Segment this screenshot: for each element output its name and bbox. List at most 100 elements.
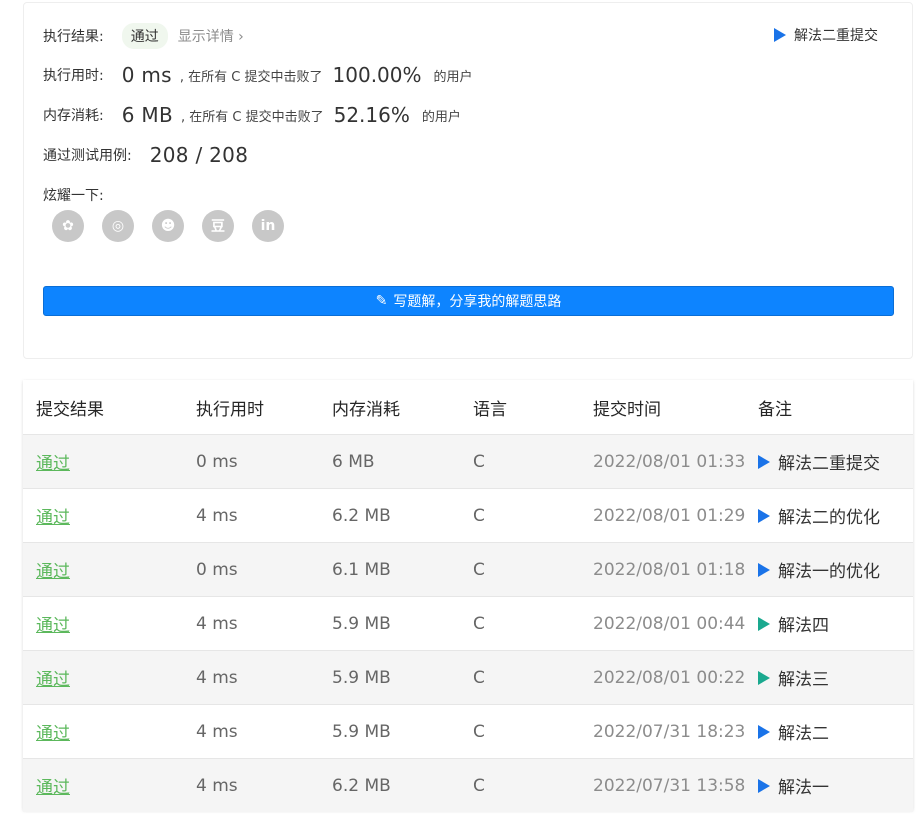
flag-icon <box>758 508 770 523</box>
flag-icon <box>758 724 770 739</box>
row-submitted-time: 2022/08/01 01:33 <box>593 451 746 472</box>
header-language: 语言 <box>473 399 507 420</box>
flag-icon <box>758 670 770 685</box>
row-runtime: 0 ms <box>196 451 238 472</box>
row-note[interactable]: 解法二的优化 <box>758 503 880 528</box>
row-runtime: 0 ms <box>196 559 238 580</box>
row-note-label: 解法二 <box>778 724 829 744</box>
memory-label: 内存消耗: <box>43 108 104 124</box>
row-note-label: 解法二重提交 <box>778 454 880 474</box>
header-status: 提交结果 <box>36 399 104 420</box>
row-submitted-time: 2022/08/01 01:29 <box>593 505 746 526</box>
row-note-label: 解法一的优化 <box>778 562 880 582</box>
tests-label: 通过测试用例: <box>43 148 132 164</box>
row-note[interactable]: 解法四 <box>758 611 829 636</box>
write-solution-label: 写题解，分享我的解题思路 <box>393 294 562 310</box>
runtime-label: 执行用时: <box>43 68 104 84</box>
wechat-icon[interactable]: ✿ <box>52 210 84 242</box>
row-submitted-time: 2022/08/01 00:22 <box>593 667 746 688</box>
row-memory: 5.9 MB <box>332 721 391 742</box>
row-status-link[interactable]: 通过 <box>36 611 70 636</box>
qq-icon[interactable]: ☻ <box>152 210 184 242</box>
row-status-link[interactable]: 通过 <box>36 719 70 744</box>
table-row[interactable]: 通过 0 ms 6 MB C 2022/08/01 01:33 解法二重提交 <box>23 434 913 488</box>
submission-summary-card: 执行结果: 通过 显示详情 › 解法二重提交 执行用时: 0 ms , 在所有 … <box>23 2 913 359</box>
flag-icon <box>758 562 770 577</box>
row-submitted-time: 2022/08/01 00:44 <box>593 613 746 634</box>
row-language: C <box>473 667 485 688</box>
row-language: C <box>473 775 485 796</box>
flag-icon <box>758 778 770 793</box>
row-runtime: 4 ms <box>196 505 238 526</box>
show-detail-link[interactable]: 显示详情 › <box>178 26 244 46</box>
memory-value: 6 MB <box>121 103 173 127</box>
row-note-label: 解法二的优化 <box>778 508 880 528</box>
row-language: C <box>473 721 485 742</box>
linkedin-icon[interactable]: in <box>252 210 284 242</box>
write-solution-button[interactable]: ✎ 写题解，分享我的解题思路 <box>43 286 894 316</box>
row-submitted-time: 2022/08/01 01:18 <box>593 559 746 580</box>
header-note: 备注 <box>758 399 792 420</box>
runtime-row: 执行用时: 0 ms , 在所有 C 提交中击败了 100.00% 的用户 <box>43 63 473 87</box>
row-memory: 6 MB <box>332 451 375 472</box>
row-memory: 6.1 MB <box>332 559 391 580</box>
header-runtime: 执行用时 <box>196 399 264 420</box>
header-submitted: 提交时间 <box>593 399 661 420</box>
table-row[interactable]: 通过 4 ms 6.2 MB C 2022/08/01 01:29 解法二的优化 <box>23 488 913 542</box>
runtime-value: 0 ms <box>121 63 172 87</box>
memory-beat-text: , 在所有 C 提交中击败了 <box>180 109 324 125</box>
row-status-link[interactable]: 通过 <box>36 773 70 798</box>
current-submission-note[interactable]: 解法二重提交 <box>774 25 878 45</box>
row-note[interactable]: 解法一的优化 <box>758 557 880 582</box>
douban-icon[interactable]: 豆 <box>202 210 234 242</box>
row-runtime: 4 ms <box>196 667 238 688</box>
row-submitted-time: 2022/07/31 18:23 <box>593 721 746 742</box>
share-row: 炫耀一下: <box>43 185 104 205</box>
row-runtime: 4 ms <box>196 775 238 796</box>
flag-icon <box>758 454 770 469</box>
table-row[interactable]: 通过 4 ms 6.2 MB C 2022/07/31 13:58 解法一 <box>23 758 913 812</box>
row-memory: 5.9 MB <box>332 667 391 688</box>
table-row[interactable]: 通过 4 ms 5.9 MB C 2022/07/31 18:23 解法二 <box>23 704 913 758</box>
runtime-percentile: 100.00% <box>332 63 422 87</box>
pencil-icon: ✎ <box>375 293 388 309</box>
flag-icon <box>758 616 770 631</box>
flag-icon <box>774 28 786 42</box>
row-memory: 6.2 MB <box>332 775 391 796</box>
row-status-link[interactable]: 通过 <box>36 449 70 474</box>
row-language: C <box>473 559 485 580</box>
row-status-link[interactable]: 通过 <box>36 557 70 582</box>
memory-row: 内存消耗: 6 MB , 在所有 C 提交中击败了 52.16% 的用户 <box>43 103 461 127</box>
runtime-suffix: 的用户 <box>433 69 473 85</box>
row-runtime: 4 ms <box>196 721 238 742</box>
row-status-link[interactable]: 通过 <box>36 503 70 528</box>
row-language: C <box>473 505 485 526</box>
row-language: C <box>473 613 485 634</box>
row-note[interactable]: 解法三 <box>758 665 829 690</box>
memory-suffix: 的用户 <box>421 109 461 125</box>
tests-row: 通过测试用例: 208 / 208 <box>43 143 256 167</box>
table-row[interactable]: 通过 4 ms 5.9 MB C 2022/08/01 00:44 解法四 <box>23 596 913 650</box>
current-submission-label: 解法二重提交 <box>794 28 878 44</box>
header-memory: 内存消耗 <box>332 399 400 420</box>
row-submitted-time: 2022/07/31 13:58 <box>593 775 746 796</box>
table-header: 提交结果 执行用时 内存消耗 语言 提交时间 备注 <box>23 380 913 434</box>
row-note-label: 解法一 <box>778 778 829 798</box>
row-runtime: 4 ms <box>196 613 238 634</box>
result-row: 执行结果: 通过 显示详情 › <box>43 23 244 49</box>
share-icons: ✿ ◎ ☻ 豆 in <box>52 210 284 242</box>
row-note-label: 解法四 <box>778 616 829 636</box>
row-status-link[interactable]: 通过 <box>36 665 70 690</box>
submissions-table: 提交结果 执行用时 内存消耗 语言 提交时间 备注 通过 0 ms 6 MB C… <box>23 380 913 812</box>
row-language: C <box>473 451 485 472</box>
status-badge: 通过 <box>121 23 168 49</box>
row-note[interactable]: 解法二重提交 <box>758 449 880 474</box>
row-note-label: 解法三 <box>778 670 829 690</box>
table-row[interactable]: 通过 4 ms 5.9 MB C 2022/08/01 00:22 解法三 <box>23 650 913 704</box>
table-row[interactable]: 通过 0 ms 6.1 MB C 2022/08/01 01:18 解法一的优化 <box>23 542 913 596</box>
row-note[interactable]: 解法一 <box>758 773 829 798</box>
weibo-icon[interactable]: ◎ <box>102 210 134 242</box>
row-note[interactable]: 解法二 <box>758 719 829 744</box>
share-label: 炫耀一下: <box>43 188 104 204</box>
row-memory: 5.9 MB <box>332 613 391 634</box>
